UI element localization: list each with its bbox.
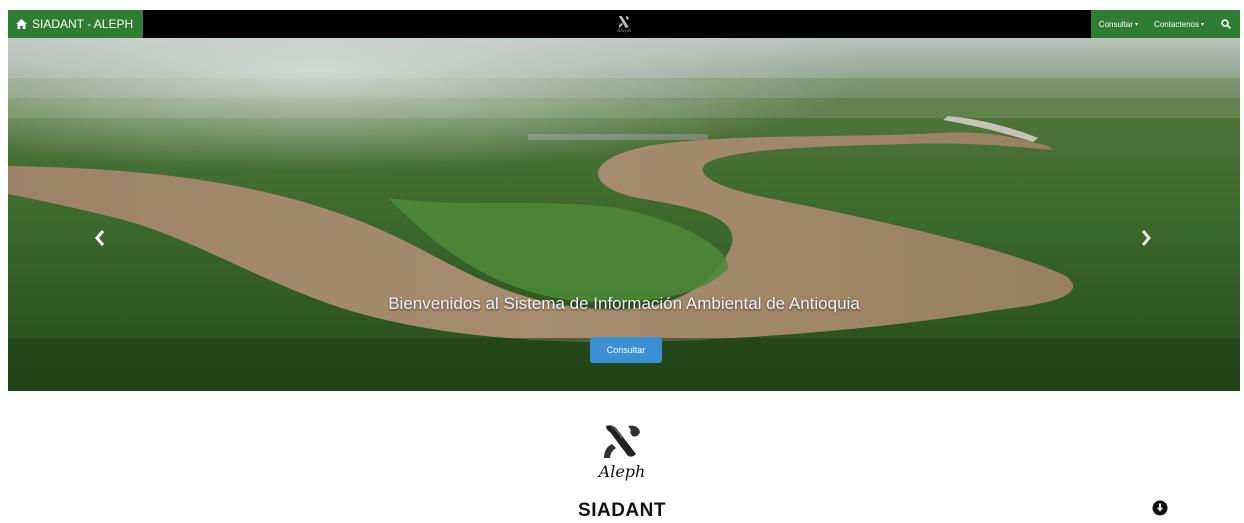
caret-down-icon: ▾	[1135, 21, 1139, 28]
caret-down-icon: ▾	[1200, 21, 1204, 28]
brand-link[interactable]: SIADANT - ALEPH	[8, 10, 144, 38]
menu-contactenos[interactable]: Contactenos ▾	[1146, 10, 1212, 38]
brand-label: SIADANT - ALEPH	[32, 17, 134, 31]
hero-carousel: Bienvenidos al Sistema de Información Am…	[8, 38, 1240, 391]
aleph-wordmark: Aleph	[598, 462, 646, 481]
hero-consultar-button[interactable]: Consultar	[590, 337, 662, 363]
top-navbar: SIADANT - ALEPH Aleph Consultar ▾ Contac…	[8, 10, 1240, 38]
scroll-down-button[interactable]	[1152, 500, 1168, 516]
menu-consultar-label: Consultar	[1098, 19, 1134, 29]
site-name-heading: SIADANT	[578, 500, 666, 521]
aleph-icon	[604, 425, 640, 458]
home-icon	[16, 19, 27, 29]
chevron-right-icon	[1141, 230, 1151, 246]
chevron-left-icon	[95, 230, 105, 246]
carousel-prev-button[interactable]	[90, 228, 110, 248]
hero-title: Bienvenidos al Sistema de Información Am…	[388, 294, 860, 313]
navbar-logo-text: Aleph	[616, 27, 632, 34]
menu-contactenos-label: Contactenos	[1154, 19, 1199, 29]
aleph-icon	[619, 15, 629, 28]
navbar-logo[interactable]: Aleph	[616, 10, 632, 38]
menu-consultar[interactable]: Consultar ▾	[1091, 10, 1146, 38]
search-button[interactable]	[1212, 10, 1240, 38]
page: SIADANT - ALEPH Aleph Consultar ▾ Contac…	[0, 0, 1244, 523]
nav-menu: Consultar ▾ Contactenos ▾	[1090, 10, 1240, 38]
search-icon	[1221, 19, 1231, 29]
carousel-next-button[interactable]	[1136, 228, 1156, 248]
arrow-down-circle-icon	[1152, 500, 1168, 516]
